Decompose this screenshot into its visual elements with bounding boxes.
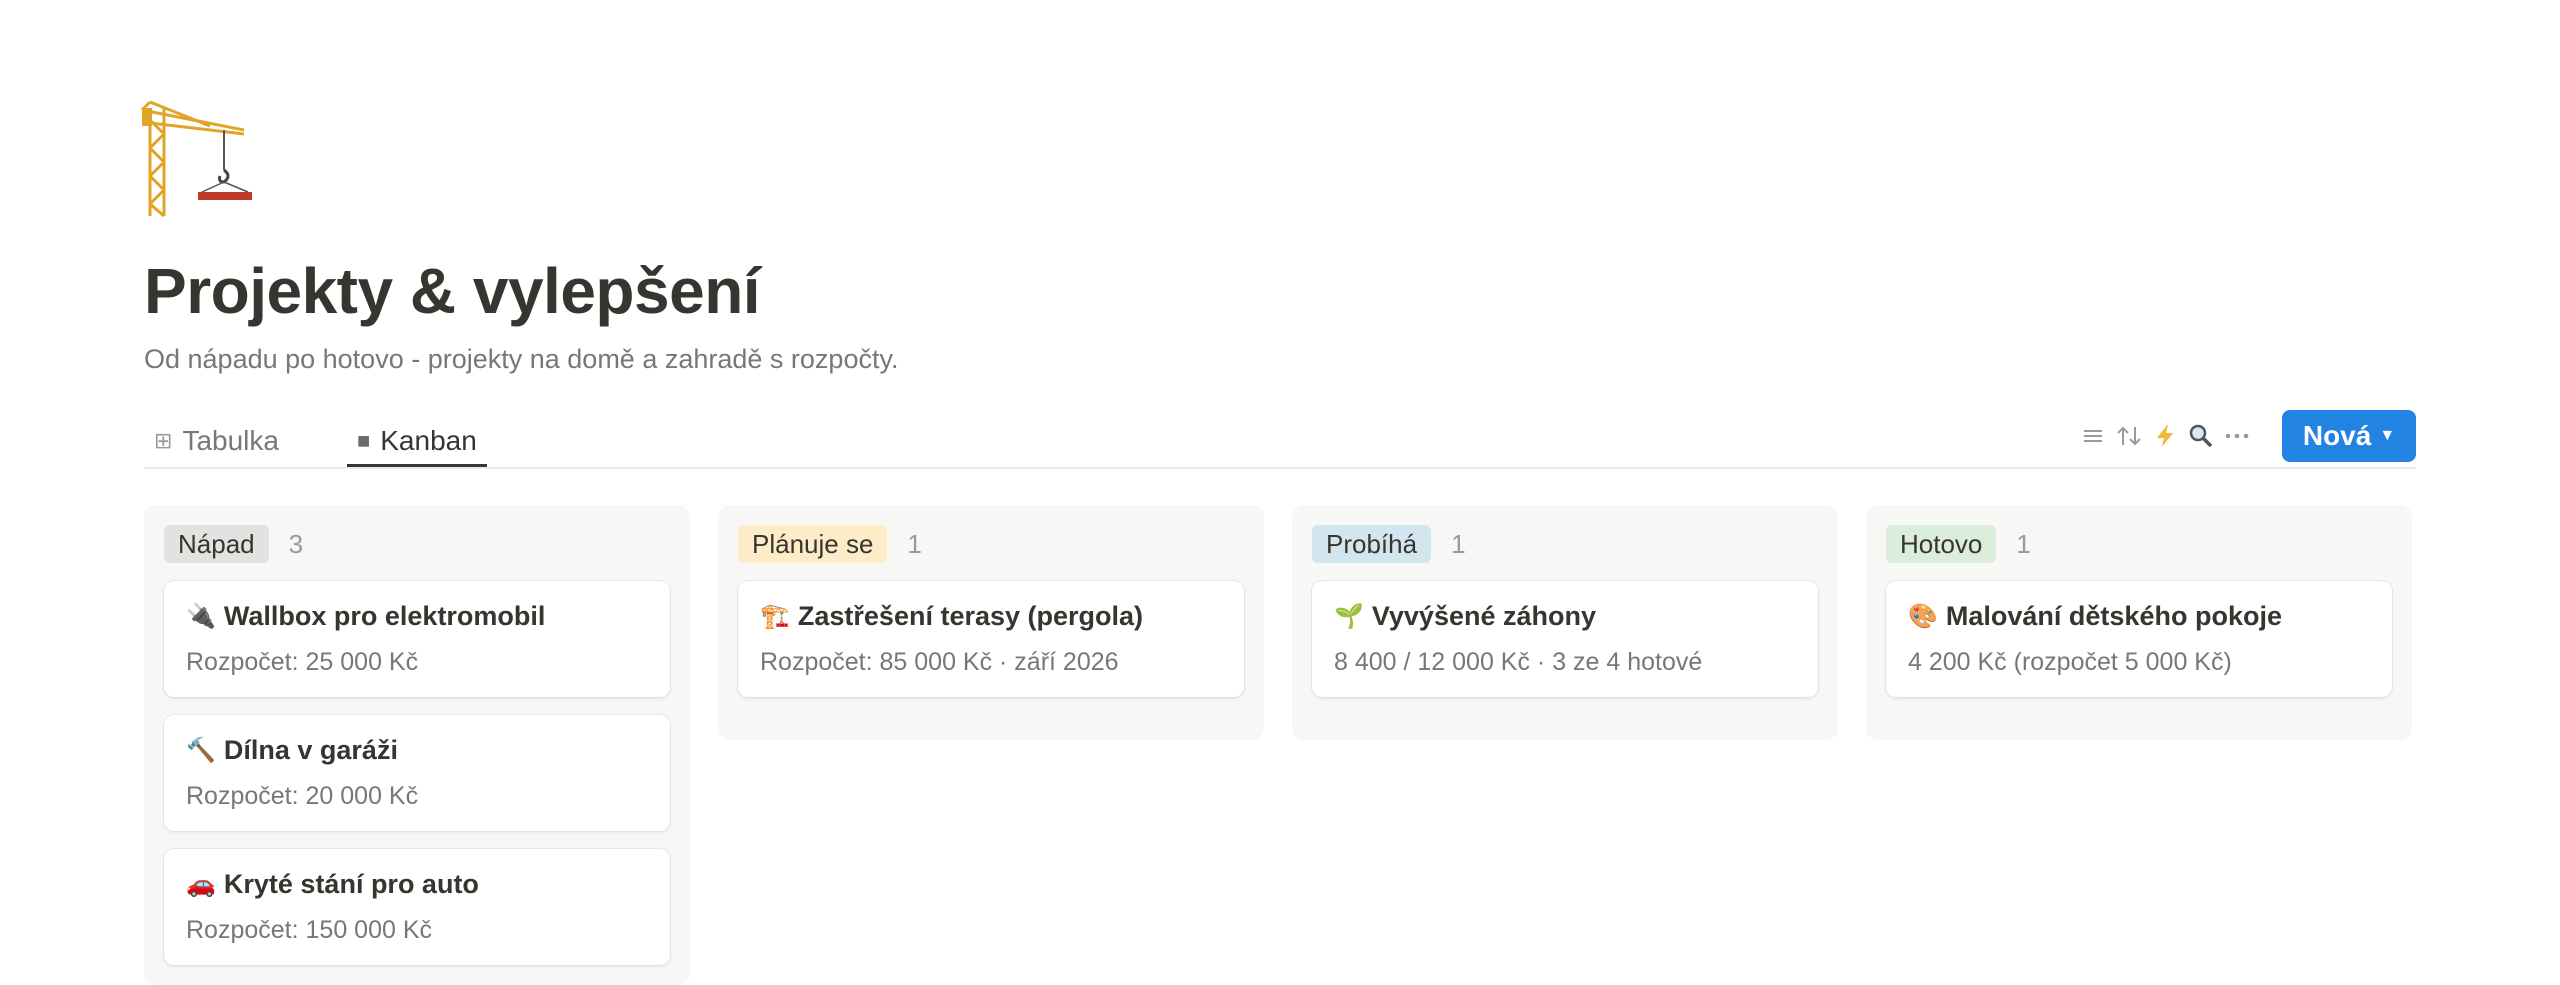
card-title: Kryté stání pro auto xyxy=(223,869,479,899)
card-budget: Rozpočet: 85 000 Kč · září 2026 xyxy=(760,648,1119,676)
page-description: Od nápadu po hotovo - projekty na domě a… xyxy=(144,344,899,374)
palette-icon: 🎨 xyxy=(1908,603,1938,630)
view-toolbar xyxy=(2078,418,2252,454)
status-badge[interactable]: Probíhá xyxy=(1312,525,1432,563)
car-icon: 🚗 xyxy=(186,871,216,898)
card-title-row: 🌱 Vyvýšené záhony xyxy=(1334,601,1796,632)
card-count: 1 xyxy=(2016,528,2031,559)
tabs-divider xyxy=(144,467,2416,469)
search-icon[interactable] xyxy=(2186,418,2216,454)
filter-icon[interactable] xyxy=(2078,418,2108,454)
card-title-row: 🔨 Dílna v garáži xyxy=(186,735,648,766)
hammer-icon: 🔨 xyxy=(186,737,216,764)
kanban-card[interactable]: 🔨 Dílna v garáži Rozpočet: 20 000 Kč xyxy=(164,715,670,831)
page: Projekty & vylepšení Od nápadu po hotovo… xyxy=(0,0,2560,985)
card-count: 3 xyxy=(288,528,304,559)
card-budget: Rozpočet: 20 000 Kč xyxy=(186,782,419,810)
board-icon: ■ xyxy=(356,428,371,453)
column-header: Plánuje se 1 xyxy=(738,525,1244,563)
page-title: Projekty & vylepšení xyxy=(144,255,761,327)
column-header: Nápad 3 xyxy=(164,525,670,563)
tab-kanban[interactable]: ■ Kanban xyxy=(346,414,487,468)
construction-icon: 🏗️ xyxy=(760,603,790,630)
tab-tabulka[interactable]: ⊞ Tabulka xyxy=(144,414,289,468)
automation-icon[interactable] xyxy=(2150,418,2180,454)
kanban-card[interactable]: 🔌 Wallbox pro elektromobil Rozpočet: 25 … xyxy=(164,581,670,697)
card-title-row: 🏗️ Zastřešení terasy (pergola) xyxy=(760,601,1222,632)
tab-label: Kanban xyxy=(380,425,477,456)
card-title-row: 🔌 Wallbox pro elektromobil xyxy=(186,601,648,632)
card-title: Malování dětského pokoje xyxy=(1945,601,2282,631)
seedling-icon: 🌱 xyxy=(1334,603,1364,630)
status-badge[interactable]: Plánuje se xyxy=(738,525,888,563)
status-badge[interactable]: Hotovo xyxy=(1886,525,1997,563)
card-title: Wallbox pro elektromobil xyxy=(223,601,546,631)
kanban-card[interactable]: 🎨 Malování dětského pokoje 4 200 Kč (roz… xyxy=(1886,581,2392,697)
card-title: Zastřešení terasy (pergola) xyxy=(797,601,1144,631)
kanban-card[interactable]: 🚗 Kryté stání pro auto Rozpočet: 150 000… xyxy=(164,849,670,965)
new-button[interactable]: Nová ▼ xyxy=(2282,410,2416,462)
card-budget: 4 200 Kč (rozpočet 5 000 Kč) xyxy=(1908,648,2232,676)
more-icon[interactable] xyxy=(2222,418,2252,454)
column-header: Probíhá 1 xyxy=(1312,525,1818,563)
card-count: 1 xyxy=(1451,528,1466,559)
column-planuje-se: Plánuje se 1 🏗️ Zastřešení terasy (pergo… xyxy=(718,505,1264,740)
card-title-row: 🎨 Malování dětského pokoje xyxy=(1908,601,2370,632)
chevron-down-icon: ▼ xyxy=(2379,427,2396,444)
status-badge[interactable]: Nápad xyxy=(164,525,269,563)
column-napad: Nápad 3 🔌 Wallbox pro elektromobil Rozpo… xyxy=(144,505,690,985)
crane-icon[interactable] xyxy=(140,100,270,220)
card-budget: 8 400 / 12 000 Kč · 3 ze 4 hotové xyxy=(1334,648,1703,676)
plug-icon: 🔌 xyxy=(186,603,216,630)
kanban-card[interactable]: 🌱 Vyvýšené záhony 8 400 / 12 000 Kč · 3 … xyxy=(1312,581,1818,697)
column-probiha: Probíhá 1 🌱 Vyvýšené záhony 8 400 / 12 0… xyxy=(1292,505,1838,740)
new-button-label: Nová xyxy=(2302,420,2372,451)
kanban-card[interactable]: 🏗️ Zastřešení terasy (pergola) Rozpočet:… xyxy=(738,581,1244,697)
card-budget: Rozpočet: 150 000 Kč xyxy=(186,916,432,944)
column-hotovo: Hotovo 1 🎨 Malování dětského pokoje 4 20… xyxy=(1866,505,2412,740)
card-title: Dílna v garáži xyxy=(223,735,398,765)
card-title-row: 🚗 Kryté stání pro auto xyxy=(186,869,648,900)
card-count: 1 xyxy=(907,528,922,559)
view-tabs: ⊞ Tabulka ■ Kanban xyxy=(144,414,545,468)
column-header: Hotovo 1 xyxy=(1886,525,2392,563)
table-icon: ⊞ xyxy=(154,428,173,453)
tab-label: Tabulka xyxy=(182,425,279,456)
sort-icon[interactable] xyxy=(2114,418,2144,454)
card-title: Vyvýšené záhony xyxy=(1371,601,1596,631)
card-budget: Rozpočet: 25 000 Kč xyxy=(186,648,419,676)
